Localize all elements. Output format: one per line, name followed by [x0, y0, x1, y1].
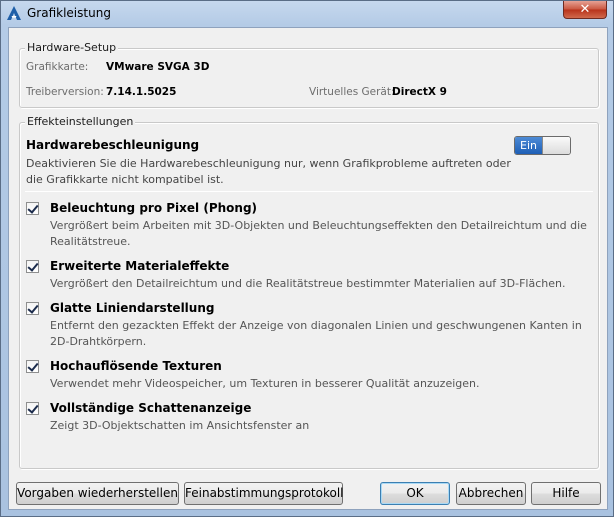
smooth-lines-checkbox[interactable] [26, 302, 39, 315]
option-title: Hochauflösende Texturen [50, 359, 222, 373]
dialog-body: Hardware-Setup Grafikkarte: VMware SVGA … [8, 27, 608, 510]
hardware-acceleration-title: Hardwarebeschleunigung [26, 138, 200, 152]
graphics-card-value: VMware SVGA 3D [106, 61, 210, 73]
ok-button[interactable]: OK [380, 482, 450, 505]
cancel-button[interactable]: Abbrechen [456, 482, 526, 505]
title-bar[interactable]: Grafikleistung ✕ [1, 1, 613, 27]
restore-defaults-button[interactable]: Vorgaben wiederherstellen [16, 482, 179, 505]
virtual-device-value: DirectX 9 [392, 86, 447, 98]
toggle-on-label: Ein [515, 137, 542, 154]
toggle-knob [542, 137, 570, 154]
full-shadows-checkbox[interactable] [26, 402, 39, 415]
help-button[interactable]: Hilfe [531, 482, 601, 505]
dialog-window: Grafikleistung ✕ Hardware-Setup Grafikka… [0, 0, 614, 517]
option-title: Vollständige Schattenanzeige [50, 401, 252, 415]
option-description: Entfernt den gezackten Effekt der Anzeig… [50, 319, 582, 348]
high-res-textures-checkbox[interactable] [26, 360, 39, 373]
effect-settings-group: Effekteinstellungen Hardwarebeschleunigu… [19, 115, 599, 469]
driver-version-label: Treiberversion: [26, 86, 104, 98]
hardware-acceleration-description: Deaktivieren Sie die Hardwarebeschleunig… [26, 157, 511, 186]
close-button[interactable]: ✕ [563, 1, 607, 19]
option-description: Zeigt 3D-Objektschatten im Ansichtsfenst… [50, 419, 310, 432]
option-title: Glatte Liniendarstellung [50, 301, 215, 315]
option-description: Vergrößert beim Arbeiten mit 3D-Objekten… [50, 219, 587, 248]
option-title: Erweiterte Materialeffekte [50, 259, 230, 273]
effect-settings-legend: Effekteinstellungen [25, 115, 136, 128]
driver-version-value: 7.14.1.5025 [106, 86, 177, 98]
per-pixel-lighting-checkbox[interactable] [26, 202, 39, 215]
hardware-setup-group: Hardware-Setup Grafikkarte: VMware SVGA … [19, 41, 599, 108]
hardware-setup-legend: Hardware-Setup [25, 41, 119, 54]
option-description: Verwendet mehr Videospeicher, um Texture… [50, 377, 480, 390]
virtual-device-label: Virtuelles Gerät: [309, 86, 395, 98]
close-icon: ✕ [579, 2, 591, 17]
option-description: Vergrößert den Detailreichtum und die Re… [50, 277, 566, 290]
tuning-log-button[interactable]: Feinabstimmungsprotokoll [184, 482, 344, 505]
graphics-card-label: Grafikkarte: [26, 61, 89, 73]
autocad-logo-icon [7, 6, 21, 20]
material-effects-checkbox[interactable] [26, 260, 39, 273]
option-title: Beleuchtung pro Pixel (Phong) [50, 201, 258, 215]
hardware-acceleration-toggle[interactable]: Ein [514, 136, 571, 155]
window-title: Grafikleistung [27, 6, 111, 20]
divider [25, 191, 593, 192]
